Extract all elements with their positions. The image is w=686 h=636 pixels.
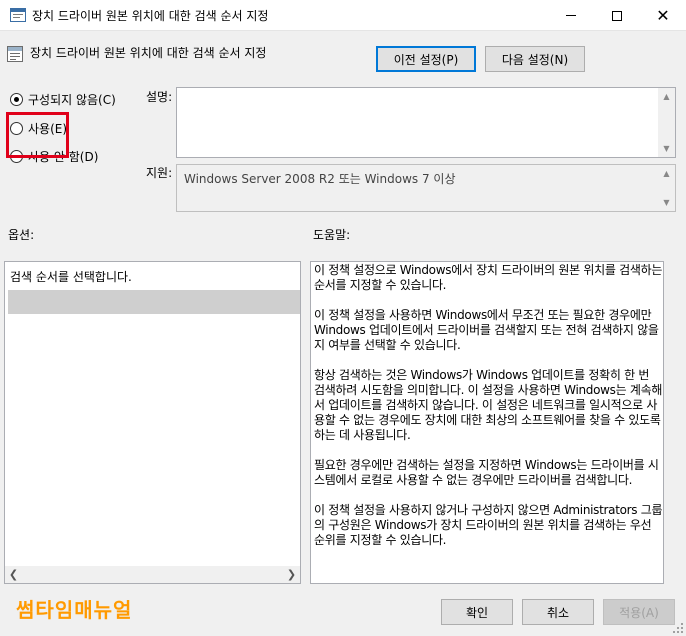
- maximize-button[interactable]: [594, 0, 640, 31]
- close-icon: ✕: [656, 6, 670, 25]
- description-box[interactable]: ▲ ▼: [176, 87, 676, 158]
- options-label: 옵션:: [8, 228, 35, 242]
- supported-label: 지원:: [146, 166, 173, 180]
- supported-scrollbar[interactable]: ▲ ▼: [658, 165, 675, 211]
- radio-label: 구성되지 않음(C): [28, 93, 116, 107]
- options-horizontal-scrollbar[interactable]: ❮ ❯: [5, 566, 300, 583]
- minimize-button[interactable]: [548, 0, 594, 31]
- help-paragraph: 이 정책 설정으로 Windows에서 장치 드라이버의 원본 위치를 검색하는…: [314, 263, 663, 292]
- help-paragraph: 이 정책 설정을 사용하면 Windows에서 무조건 또는 필요한 경우에만 …: [314, 308, 659, 352]
- brand-watermark: 썸타임매뉴얼: [16, 598, 133, 622]
- help-paragraph: 항상 검색하는 것은 Windows가 Windows 업데이트를 정확히 한 …: [314, 368, 663, 442]
- scroll-up-icon[interactable]: ▲: [658, 88, 675, 105]
- supported-on-text: Windows Server 2008 R2 또는 Windows 7 이상: [184, 172, 456, 186]
- scroll-right-icon[interactable]: ❯: [283, 566, 300, 583]
- radio-not-configured[interactable]: 구성되지 않음(C): [10, 91, 116, 108]
- help-text: 이 정책 설정으로 Windows에서 장치 드라이버의 원본 위치를 검색하는…: [314, 263, 663, 563]
- resize-grip-icon[interactable]: [672, 622, 684, 634]
- description-label: 설명:: [146, 90, 173, 104]
- description-scrollbar[interactable]: ▲ ▼: [658, 88, 675, 157]
- policy-setting-icon: [7, 46, 23, 62]
- help-label: 도움말:: [313, 228, 351, 242]
- options-gray-row: [8, 290, 300, 314]
- scroll-up-icon[interactable]: ▲: [658, 165, 675, 182]
- scroll-left-icon[interactable]: ❮: [5, 566, 22, 583]
- scroll-down-icon[interactable]: ▼: [658, 140, 675, 157]
- apply-button[interactable]: 적용(A): [603, 599, 675, 625]
- policy-title: 장치 드라이버 원본 위치에 대한 검색 순서 지정: [30, 46, 267, 60]
- help-paragraph: 이 정책 설정을 사용하지 않거나 구성하지 않으면 Administrator…: [314, 503, 663, 547]
- radio-circle[interactable]: [10, 93, 23, 106]
- options-text: 검색 순서를 선택합니다.: [10, 270, 132, 284]
- ok-button[interactable]: 확인: [441, 599, 513, 625]
- cancel-button[interactable]: 취소: [522, 599, 594, 625]
- maximize-icon: [612, 10, 622, 21]
- next-setting-button[interactable]: 다음 설정(N): [485, 46, 585, 72]
- minimize-icon: [566, 15, 576, 16]
- scroll-down-icon[interactable]: ▼: [658, 194, 675, 211]
- highlight-box: [6, 112, 69, 158]
- help-paragraph: 필요한 경우에만 검색하는 설정을 지정하면 Windows는 드라이버를 시스…: [314, 458, 659, 487]
- window-title: 장치 드라이버 원본 위치에 대한 검색 순서 지정: [32, 9, 269, 23]
- previous-setting-button[interactable]: 이전 설정(P): [376, 46, 476, 72]
- policy-window-icon: [10, 8, 26, 22]
- close-button[interactable]: ✕: [640, 0, 686, 31]
